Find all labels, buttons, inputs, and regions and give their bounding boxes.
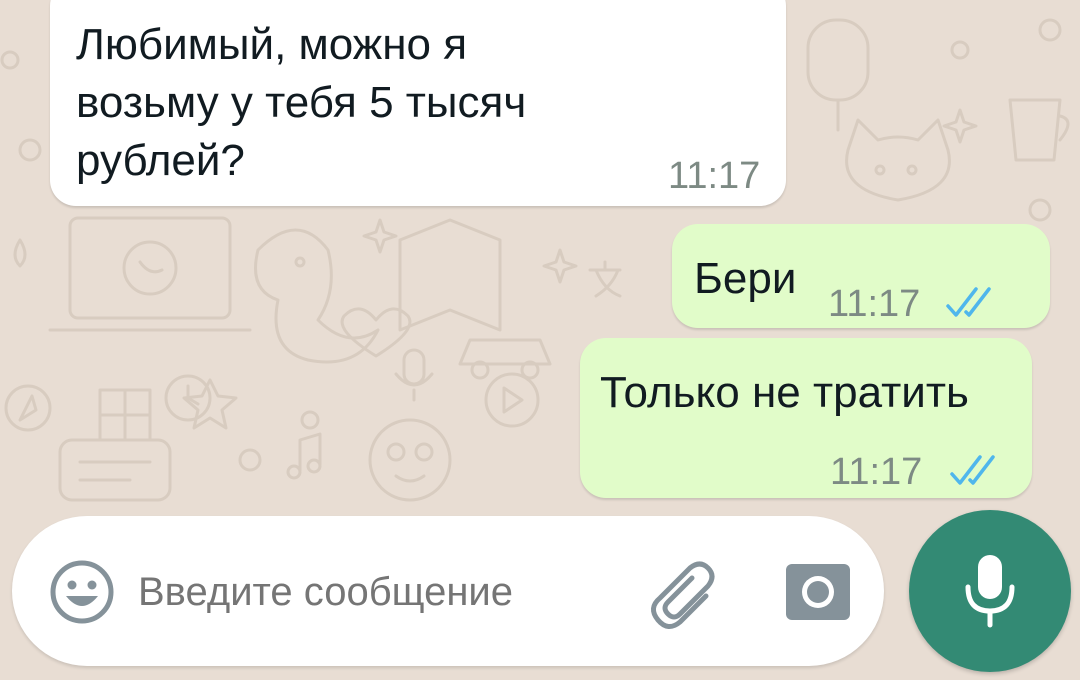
message-input[interactable] bbox=[138, 568, 618, 616]
microphone-icon bbox=[965, 555, 1015, 628]
message-text: Любимый, можно я возьму у тебя 5 тысяч р… bbox=[76, 20, 527, 185]
message-text: Только не тратить bbox=[600, 368, 969, 417]
double-check-icon bbox=[946, 287, 991, 317]
message-timestamp: 11:17 bbox=[830, 451, 923, 493]
message-timestamp: 11:17 bbox=[828, 283, 921, 325]
camera-icon[interactable] bbox=[784, 560, 852, 622]
double-check-icon bbox=[950, 455, 995, 485]
voice-record-button[interactable] bbox=[909, 510, 1071, 672]
paperclip-icon[interactable] bbox=[646, 556, 722, 632]
message-text: Бери bbox=[694, 254, 797, 303]
message-timestamp: 11:17 bbox=[668, 155, 761, 197]
emoji-icon[interactable] bbox=[46, 556, 118, 628]
